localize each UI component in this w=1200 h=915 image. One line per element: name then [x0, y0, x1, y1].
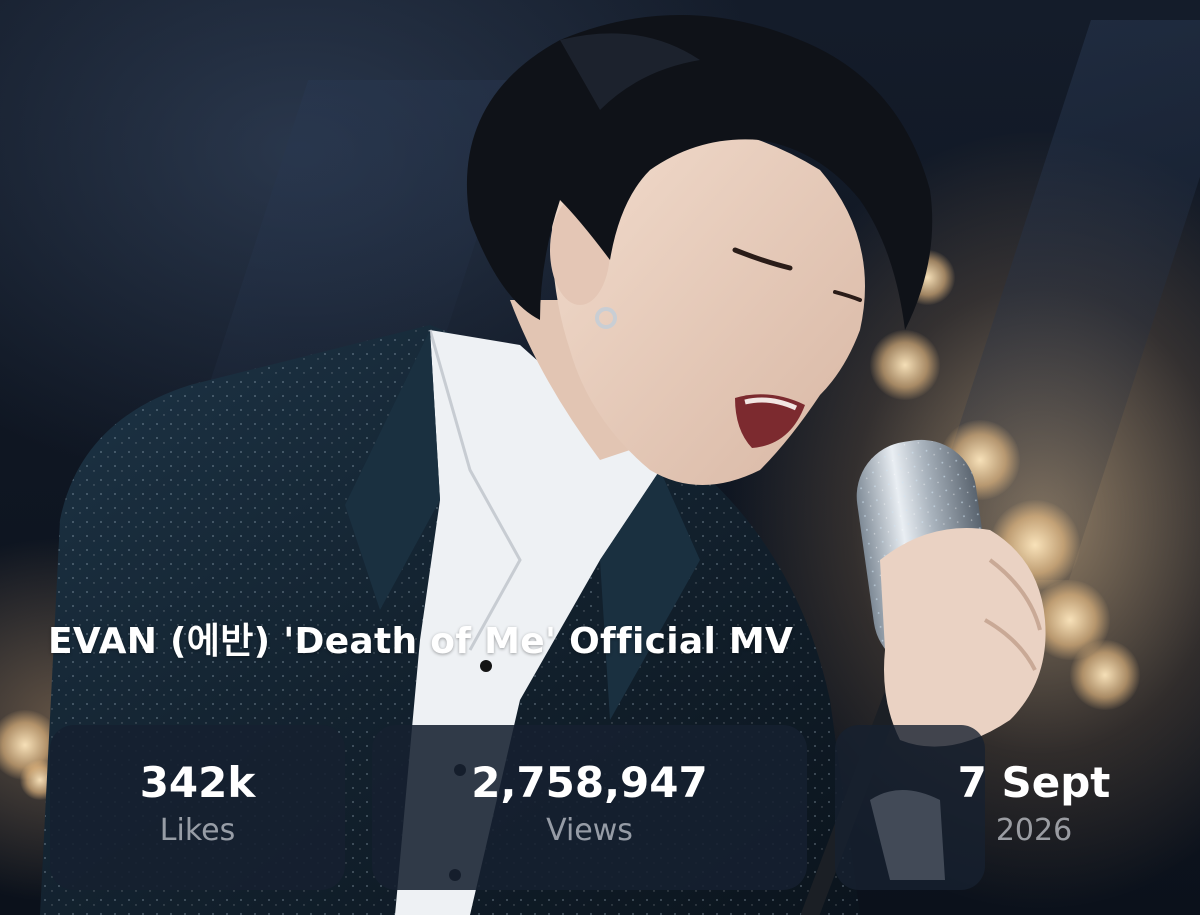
date-year: 2026 [995, 813, 1073, 848]
video-title: EVAN (에반) 'Death of Me' Official MV [48, 621, 794, 662]
date-card[interactable]: 7 Sept 2026 [835, 725, 1110, 890]
likes-card[interactable]: 342k Likes [50, 725, 345, 890]
views-label: Views [546, 813, 633, 849]
likes-count: 342k [139, 758, 256, 807]
date-day-month: 7 Sept [957, 758, 1111, 807]
likes-label: Likes [159, 813, 236, 849]
video-screen: EVAN (에반) 'Death of Me' Official MV 342k… [0, 0, 1200, 915]
views-count: 2,758,947 [471, 758, 708, 807]
views-card[interactable]: 2,758,947 Views [372, 725, 807, 890]
